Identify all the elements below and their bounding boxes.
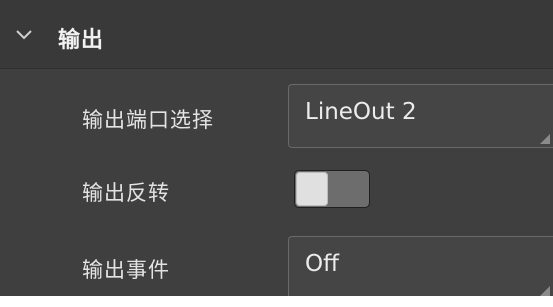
output-section-header[interactable]: 输出 — [0, 0, 553, 69]
toggle-knob — [296, 172, 328, 206]
section-title: 输出 — [58, 28, 105, 53]
output-invert-toggle[interactable] — [294, 170, 370, 208]
output-event-label: 输出事件 — [82, 258, 170, 282]
resize-grip-icon — [540, 286, 550, 296]
output-port-field[interactable]: LineOut 2 — [288, 84, 553, 148]
output-port-value: LineOut 2 — [305, 99, 417, 125]
properties-panel: 输出 输出端口选择 LineOut 2 输出反转 输出事件 Off — [0, 0, 553, 300]
output-event-field[interactable]: Off — [288, 236, 553, 300]
resize-grip-icon — [540, 134, 550, 144]
output-event-value: Off — [305, 251, 339, 277]
chevron-down-icon[interactable] — [16, 30, 32, 40]
output-port-label: 输出端口选择 — [82, 108, 214, 132]
bottom-strip — [0, 296, 553, 307]
output-invert-label: 输出反转 — [82, 181, 170, 205]
